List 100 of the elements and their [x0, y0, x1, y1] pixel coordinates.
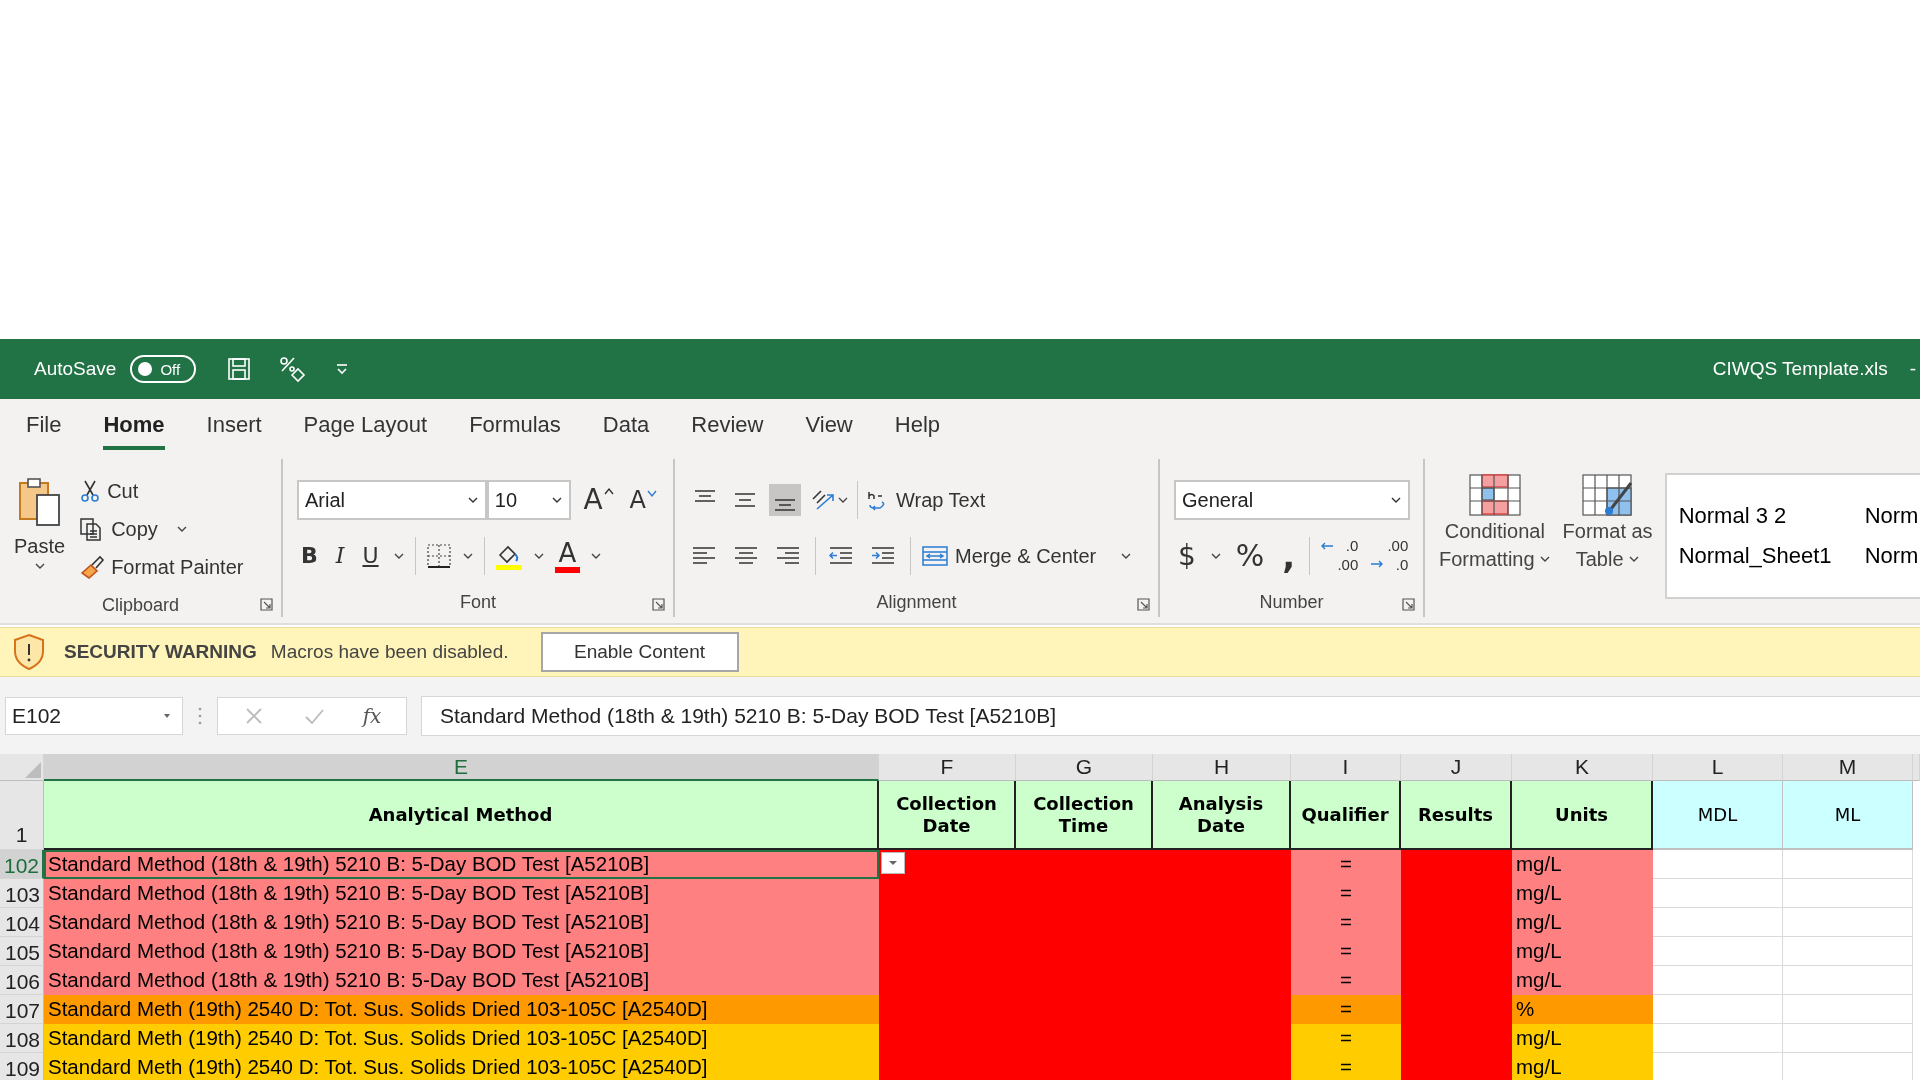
- cell-style-item[interactable]: Normal 3 2: [1678, 503, 1865, 529]
- column-heading-cell: Qualifier: [1291, 781, 1401, 850]
- row-header[interactable]: 109: [0, 1053, 44, 1080]
- ribbon-tab[interactable]: Insert: [206, 404, 262, 450]
- table-brush-icon: [1580, 473, 1635, 517]
- bold-button[interactable]: B: [297, 542, 322, 570]
- increase-font-size-button[interactable]: A: [579, 483, 618, 517]
- row-header[interactable]: 106: [0, 966, 44, 995]
- column-header[interactable]: E: [44, 754, 879, 781]
- column-heading-cell: Units: [1512, 781, 1653, 850]
- column-header[interactable]: G: [1016, 754, 1153, 781]
- chevron-down-icon: [1538, 555, 1551, 563]
- column-header[interactable]: F: [879, 754, 1016, 781]
- column-header[interactable]: J: [1401, 754, 1512, 781]
- row-header[interactable]: 1: [0, 781, 44, 850]
- row-header[interactable]: 107: [0, 995, 44, 1024]
- paste-button[interactable]: Paste: [14, 475, 66, 593]
- italic-button[interactable]: I: [331, 542, 349, 570]
- ribbon-tab[interactable]: Formulas: [469, 404, 561, 450]
- units-cell: mg/L: [1512, 908, 1653, 937]
- dialog-launcher-icon[interactable]: [260, 598, 273, 611]
- row-header[interactable]: 104: [0, 908, 44, 937]
- ribbon-tab[interactable]: Home: [103, 404, 165, 450]
- row-header[interactable]: 102: [0, 850, 44, 879]
- column-heading-cell: ML: [1783, 781, 1913, 850]
- chevron-down-icon: [466, 496, 479, 504]
- units-cell: mg/L: [1512, 966, 1653, 995]
- row-header[interactable]: 105: [0, 937, 44, 966]
- scissors-icon: [79, 479, 102, 503]
- method-cell[interactable]: Standard Meth (19th) 2540 D: Tot. Sus. Solids Dried 103-105C [A2540D]: [44, 1024, 879, 1053]
- autosave-label: AutoSave: [34, 358, 117, 380]
- ribbon-tab[interactable]: Page Layout: [303, 404, 428, 450]
- dialog-launcher-icon[interactable]: [1402, 598, 1415, 611]
- decrease-decimal-button[interactable]: .00 .0: [1370, 537, 1411, 575]
- method-cell[interactable]: Standard Meth (19th) 2540 D: Tot. Sus. Solids Dried 103-105C [A2540D]: [44, 995, 879, 1024]
- ribbon-tab[interactable]: Data: [602, 404, 650, 450]
- conditional-formatting-button[interactable]: Conditional Formatting: [1439, 473, 1551, 573]
- formula-field[interactable]: Standard Method (18th & 19th) 5210 B: 5-Day BOD Test [A5210B]: [421, 695, 1920, 736]
- method-cell[interactable]: Standard Method (18th & 19th) 5210 B: 5-Day BOD Test [A5210B]: [44, 879, 879, 908]
- borders-icon[interactable]: [425, 543, 452, 569]
- cell-style-item[interactable]: Norm: [1864, 503, 1920, 529]
- percent-button[interactable]: %: [1231, 538, 1269, 574]
- increase-decimal-button[interactable]: .0 .00: [1320, 537, 1361, 575]
- column-header[interactable]: L: [1653, 754, 1783, 781]
- row-header[interactable]: 103: [0, 879, 44, 908]
- format-as-table-button[interactable]: Format as Table: [1562, 473, 1653, 573]
- cell-style-item[interactable]: Norm: [1864, 543, 1920, 569]
- group-label: Font: [460, 591, 496, 613]
- ribbon-tab[interactable]: Review: [691, 404, 764, 450]
- enable-content-button[interactable]: Enable Content: [540, 632, 739, 672]
- column-header[interactable]: H: [1153, 754, 1291, 781]
- method-cell[interactable]: Standard Method (18th & 19th) 5210 B: 5-Day BOD Test [A5210B]: [44, 937, 879, 966]
- format-painter-button[interactable]: Format Painter: [79, 551, 244, 583]
- ribbon-tab[interactable]: View: [805, 404, 853, 450]
- comma-style-button[interactable]: ,: [1278, 535, 1300, 577]
- chevron-down-icon[interactable]: [590, 552, 603, 560]
- underline-button[interactable]: U: [358, 542, 383, 570]
- column-heading-cell: Results: [1401, 781, 1512, 850]
- qualifier-cell: =: [1291, 850, 1401, 879]
- name-box[interactable]: E102: [5, 696, 183, 735]
- cut-button[interactable]: Cut: [79, 475, 244, 507]
- font-size-dropdown[interactable]: 10: [486, 480, 572, 520]
- method-cell[interactable]: Standard Method (18th & 19th) 5210 B: 5-Day BOD Test [A5210B]: [44, 966, 879, 995]
- save-icon[interactable]: [226, 356, 253, 382]
- wrap-text-button[interactable]: Wrap Text: [866, 484, 986, 516]
- currency-button[interactable]: $: [1174, 539, 1200, 573]
- chevron-down-icon[interactable]: [1120, 552, 1133, 560]
- column-header[interactable]: K: [1512, 754, 1653, 781]
- align-bottom-icon[interactable]: [769, 484, 801, 516]
- chevron-down-icon[interactable]: [175, 525, 188, 533]
- chevron-down-icon[interactable]: [532, 552, 545, 560]
- chevron-down-icon[interactable]: [461, 552, 474, 560]
- units-cell: mg/L: [1512, 937, 1653, 966]
- row-header[interactable]: 108: [0, 1024, 44, 1053]
- caret-up-icon: [603, 487, 614, 496]
- font-name-dropdown[interactable]: Arial: [297, 480, 487, 520]
- chevron-down-icon[interactable]: [392, 552, 405, 560]
- number-format-dropdown[interactable]: General: [1174, 480, 1410, 520]
- insert-function-button[interactable]: fx: [362, 703, 382, 728]
- column-header[interactable]: I: [1291, 754, 1401, 781]
- group-label: Number: [1259, 591, 1324, 613]
- qualifier-cell: =: [1291, 908, 1401, 937]
- copy-button[interactable]: Copy: [79, 513, 158, 545]
- units-cell: mg/L: [1512, 1024, 1653, 1053]
- chevron-down-icon[interactable]: [1209, 552, 1222, 560]
- triangle-icon: [23, 760, 43, 780]
- dialog-launcher-icon[interactable]: [652, 598, 665, 611]
- decrease-font-size-button[interactable]: A: [625, 485, 661, 515]
- font-color-button[interactable]: A: [554, 539, 581, 573]
- document-title: CIWQS Template.xls: [1712, 358, 1888, 380]
- method-cell[interactable]: Standard Method (18th & 19th) 5210 B: 5-Day BOD Test [A5210B]: [44, 908, 879, 937]
- autosave-toggle[interactable]: Off: [130, 355, 197, 383]
- column-header[interactable]: M: [1783, 754, 1913, 781]
- cell-style-item[interactable]: Normal_Sheet1: [1678, 543, 1865, 569]
- merge-center-button[interactable]: Merge & Center: [921, 540, 1097, 572]
- ribbon-tab[interactable]: Help: [894, 404, 940, 450]
- method-cell[interactable]: Standard Meth (19th) 2540 D: Tot. Sus. Solids Dried 103-105C [A2540D]: [44, 1053, 879, 1080]
- units-cell: mg/L: [1512, 850, 1653, 879]
- ribbon-tab[interactable]: File: [26, 404, 62, 450]
- dialog-launcher-icon[interactable]: [1137, 598, 1150, 611]
